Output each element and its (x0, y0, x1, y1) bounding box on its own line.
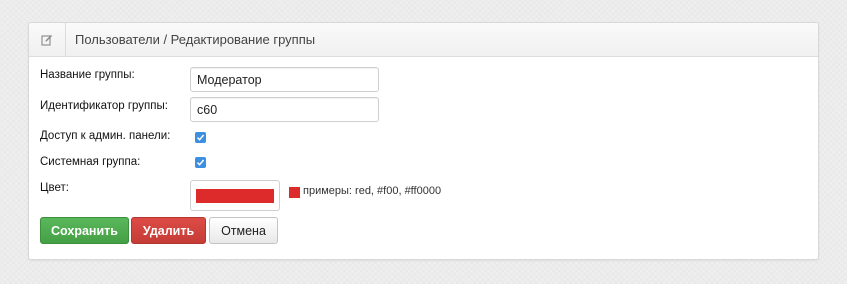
check-icon (196, 159, 205, 166)
color-picker[interactable] (190, 180, 280, 211)
color-label: Цвет: (40, 182, 69, 194)
color-preview-bar (196, 188, 274, 203)
group-id-label: Идентификатор группы: (40, 100, 168, 112)
save-button[interactable]: Сохранить (40, 217, 129, 244)
edit-icon (29, 23, 66, 56)
edit-group-panel: Пользователи / Редактирование группы Наз… (28, 22, 819, 260)
cancel-button[interactable]: Отмена (209, 217, 278, 244)
check-icon (196, 134, 205, 141)
admin-access-label: Доступ к админ. панели: (40, 130, 171, 142)
delete-button[interactable]: Удалить (131, 217, 206, 244)
group-name-label: Название группы: (40, 69, 135, 81)
color-swatch (289, 187, 300, 198)
group-id-input[interactable] (190, 97, 379, 122)
system-group-checkbox[interactable] (195, 157, 206, 168)
admin-access-checkbox[interactable] (195, 132, 206, 143)
color-hint: примеры: red, #f00, #ff0000 (303, 185, 442, 197)
system-group-label: Системная группа: (40, 156, 141, 168)
group-name-input[interactable] (190, 67, 379, 92)
panel-header: Пользователи / Редактирование группы (29, 23, 818, 57)
page-title: Пользователи / Редактирование группы (75, 32, 316, 47)
